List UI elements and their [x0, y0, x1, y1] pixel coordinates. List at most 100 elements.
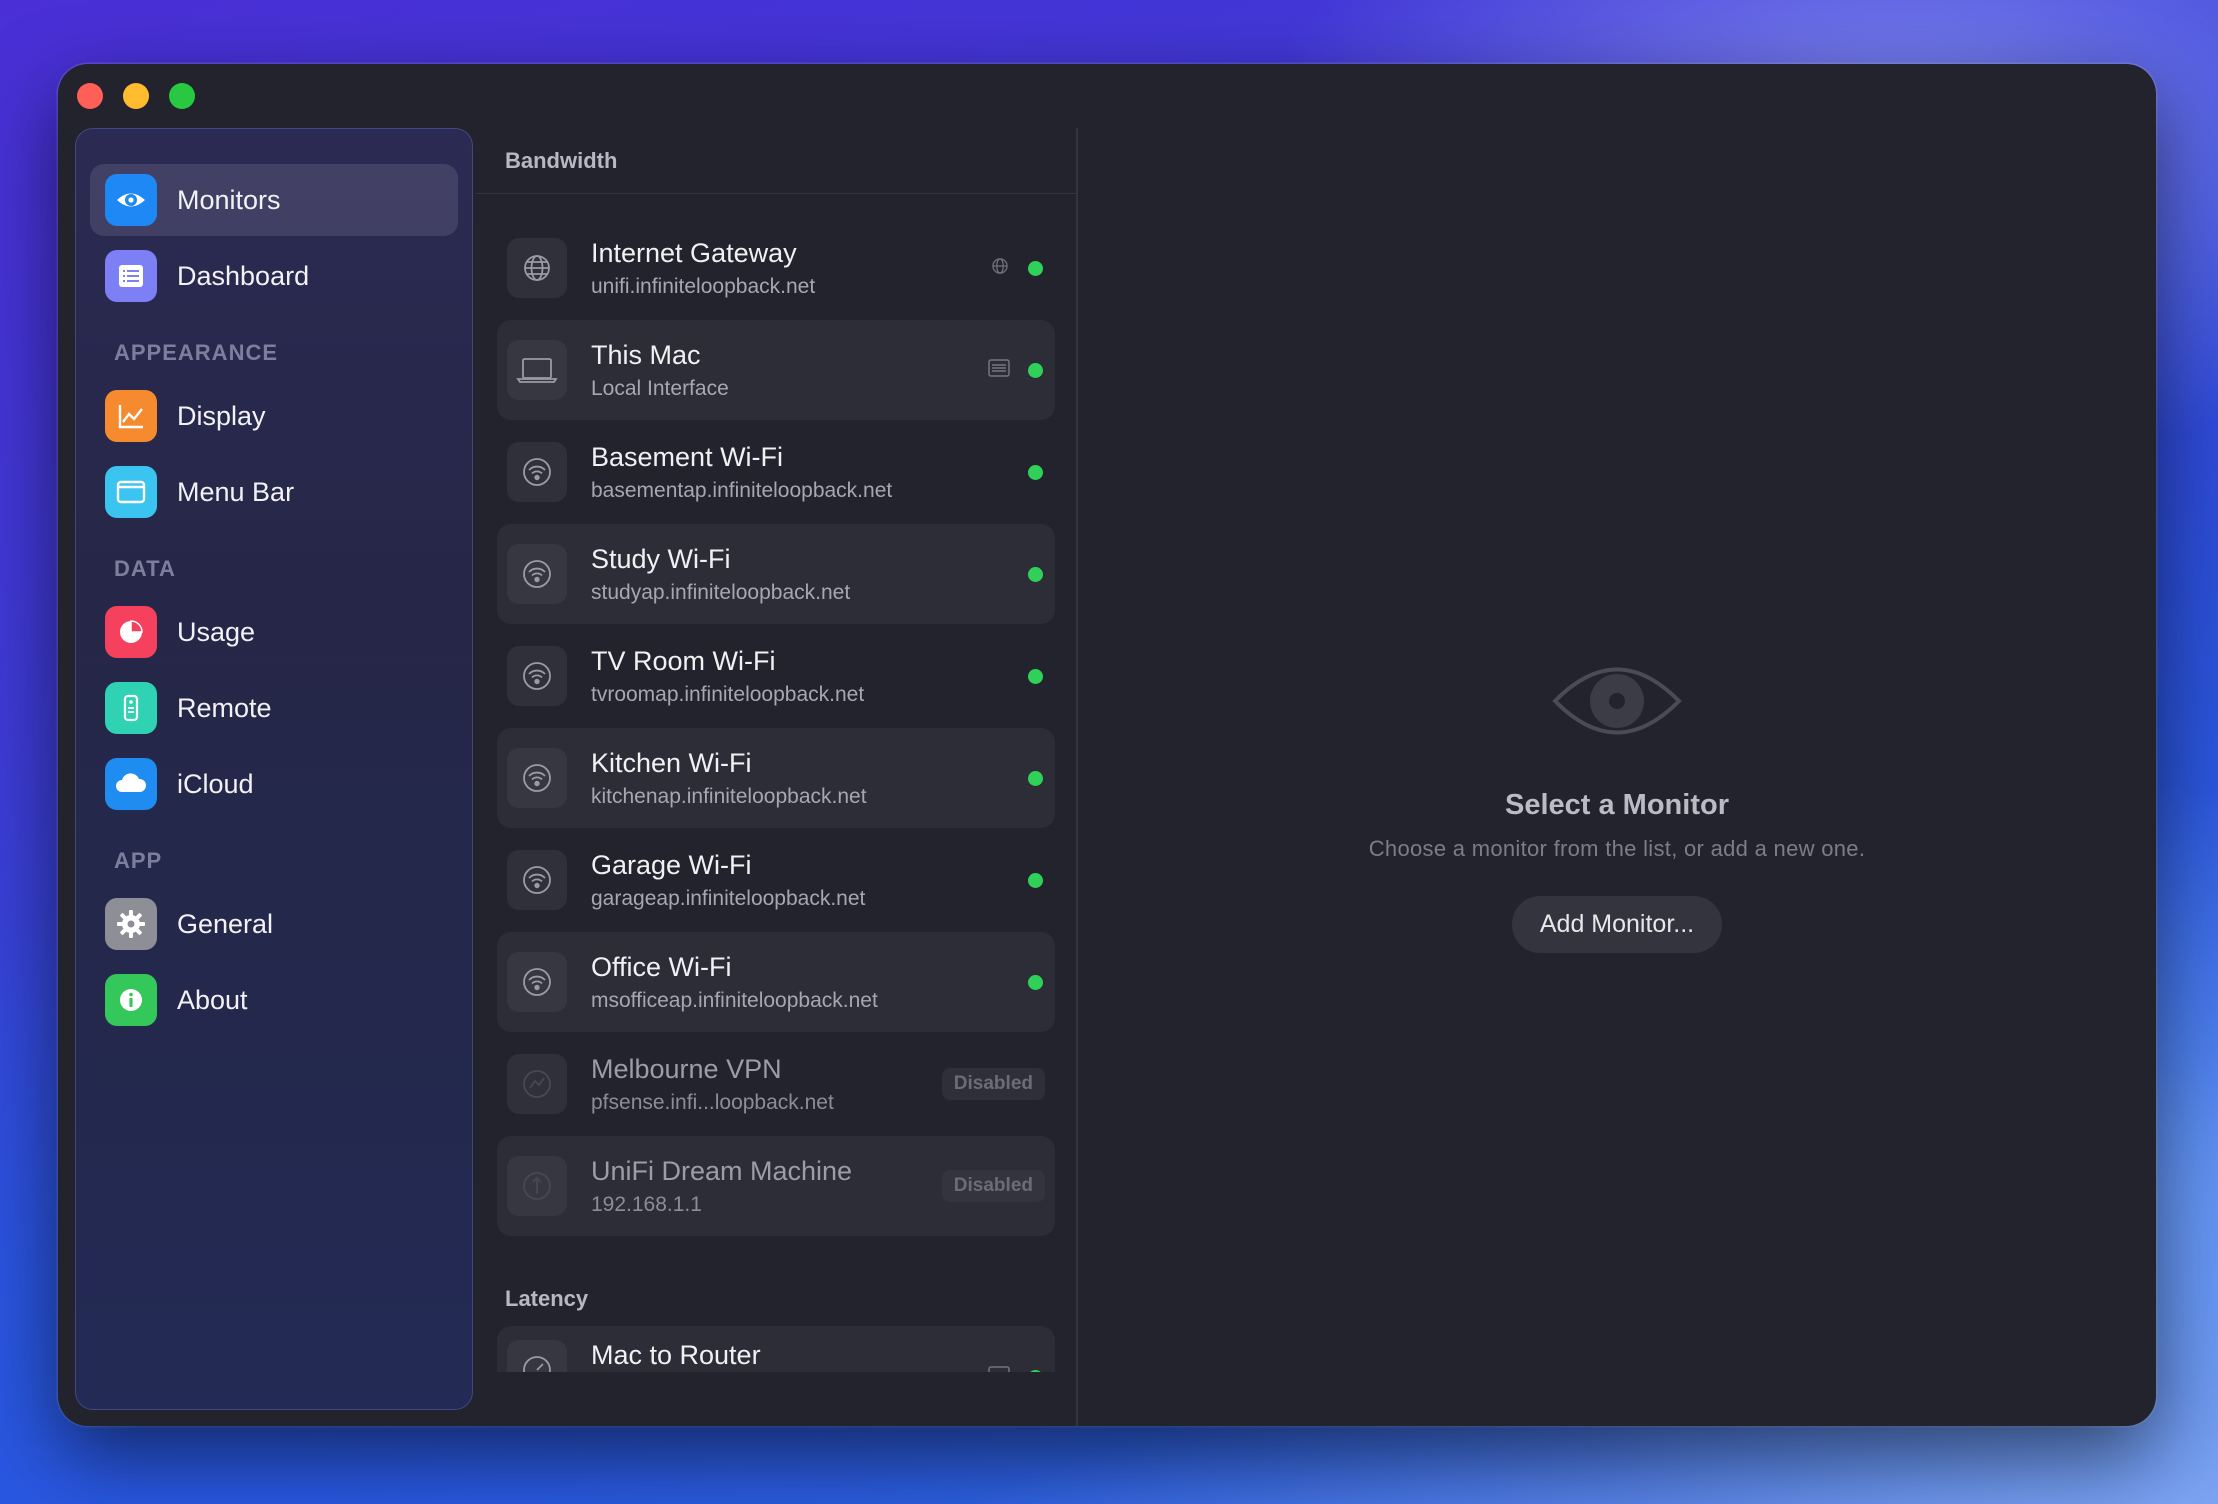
globe-icon	[507, 238, 567, 298]
monitor-host: garageap.infiniteloopback.net	[591, 886, 866, 910]
status-online-indicator	[1028, 260, 1043, 276]
monitor-host: msofficeap.infiniteloopback.net	[591, 988, 878, 1012]
empty-state-title: Select a Monitor	[1505, 788, 1729, 821]
close-window-button[interactable]	[77, 83, 103, 109]
monitor-host: studyap.infiniteloopback.net	[591, 580, 851, 604]
section-header-bandwidth: Bandwidth	[476, 128, 1076, 194]
status-online-indicator	[1028, 566, 1043, 582]
sidebar-item-dashboard[interactable]: Dashboard	[90, 240, 458, 312]
list-item[interactable]: Internet Gateway unifi.infiniteloopback.…	[497, 218, 1055, 318]
list-item[interactable]: Mac to Router	[497, 1326, 1055, 1372]
eye-icon	[105, 174, 157, 226]
remote-icon	[105, 682, 157, 734]
minimize-window-button[interactable]	[123, 83, 149, 109]
gauge-icon	[507, 1340, 567, 1372]
router-icon	[507, 1156, 567, 1216]
sidebar-item-label: Dashboard	[177, 260, 310, 291]
monitor-host: kitchenap.infiniteloopback.net	[591, 784, 867, 808]
sidebar-item-monitors[interactable]: Monitors	[90, 164, 458, 236]
wifi-icon	[507, 646, 567, 706]
list-item[interactable]: Basement Wi-Fi basementap.infiniteloopba…	[497, 422, 1055, 522]
sidebar-item-remote[interactable]: Remote	[90, 672, 458, 744]
monitor-title: TV Room Wi-Fi	[591, 645, 776, 676]
monitor-title: Kitchen Wi-Fi	[591, 747, 752, 778]
status-online-indicator	[1028, 1370, 1043, 1372]
monitor-host: Local Interface	[591, 376, 729, 400]
list-item[interactable]: Garage Wi-Fi garageap.infiniteloopback.n…	[497, 830, 1055, 930]
list-item[interactable]: Study Wi-Fi studyap.infiniteloopback.net	[497, 524, 1055, 624]
sidebar-item-general[interactable]: General	[90, 888, 458, 960]
wifi-icon	[507, 952, 567, 1012]
status-badge: Disabled	[941, 1068, 1045, 1100]
status-online-indicator	[1028, 668, 1043, 684]
sidebar-item-label: General	[177, 908, 274, 939]
monitor-title: Internet Gateway	[591, 237, 797, 268]
monitor-title: Garage Wi-Fi	[591, 849, 752, 880]
monitor-title: Study Wi-Fi	[591, 543, 731, 574]
monitor-title: Melbourne VPN	[591, 1053, 782, 1084]
window-controls	[77, 83, 195, 109]
wifi-icon	[507, 748, 567, 808]
monitor-title: UniFi Dream Machine	[591, 1155, 853, 1186]
wifi-icon	[507, 850, 567, 910]
list-icon	[988, 358, 1010, 382]
sidebar-item-label: Display	[177, 400, 266, 431]
cloud-icon	[105, 758, 157, 810]
list-item[interactable]: Melbourne VPN pfsense.infi...loopback.ne…	[497, 1034, 1055, 1134]
sidebar: Monitors Dashboard APPEARANCE Display Me…	[75, 128, 473, 1410]
app-window: Monitors Dashboard APPEARANCE Display Me…	[58, 64, 2156, 1426]
list-item[interactable]: Kitchen Wi-Fi kitchenap.infiniteloopback…	[497, 728, 1055, 828]
status-badge: Disabled	[941, 1170, 1045, 1202]
status-online-indicator	[1028, 974, 1043, 990]
window-icon	[105, 466, 157, 518]
list-item[interactable]: Office Wi-Fi msofficeap.infiniteloopback…	[497, 932, 1055, 1032]
sidebar-item-label: iCloud	[177, 768, 254, 799]
sidebar-item-label: Menu Bar	[177, 476, 295, 507]
laptop-icon	[507, 340, 567, 400]
list-item[interactable]: TV Room Wi-Fi tvroomap.infiniteloopback.…	[497, 626, 1055, 726]
monitor-host: tvroomap.infiniteloopback.net	[591, 682, 865, 706]
monitor-host: 192.168.1.1	[591, 1192, 702, 1216]
globe-icon	[990, 256, 1010, 281]
monitor-title: Basement Wi-Fi	[591, 441, 784, 472]
section-header-appearance: APPEARANCE	[114, 340, 279, 365]
latency-list: Mac to Router	[497, 1326, 1055, 1372]
pie-chart-icon	[105, 606, 157, 658]
empty-state-subtitle: Choose a monitor from the list, or add a…	[1368, 835, 1866, 861]
sidebar-item-menu-bar[interactable]: Menu Bar	[90, 456, 458, 528]
section-header-app: APP	[114, 848, 163, 873]
wifi-icon	[507, 544, 567, 604]
sidebar-item-about[interactable]: About	[90, 964, 458, 1036]
monitor-title: Mac to Router	[591, 1340, 761, 1370]
list-item[interactable]: UniFi Dream Machine 192.168.1.1 Disabled	[497, 1136, 1055, 1236]
sidebar-item-icloud[interactable]: iCloud	[90, 748, 458, 820]
sidebar-item-usage[interactable]: Usage	[90, 596, 458, 668]
section-header-latency: Latency	[505, 1286, 589, 1311]
status-online-indicator	[1028, 770, 1043, 786]
wifi-icon	[507, 442, 567, 502]
list-icon	[105, 250, 157, 302]
zoom-window-button[interactable]	[169, 83, 195, 109]
sidebar-item-display[interactable]: Display	[90, 380, 458, 452]
status-online-indicator	[1028, 362, 1043, 378]
status-online-indicator	[1028, 464, 1043, 480]
eye-icon	[1551, 658, 1683, 749]
monitor-list-pane: Bandwidth Internet Gateway unifi.infinit…	[476, 128, 1076, 1426]
detail-pane: Select a Monitor Choose a monitor from t…	[1078, 128, 2156, 1426]
vpn-icon	[507, 1054, 567, 1114]
add-monitor-button[interactable]: Add Monitor...	[1511, 895, 1723, 953]
sidebar-item-label: Usage	[177, 616, 256, 647]
sidebar-item-label: Remote	[177, 692, 272, 723]
monitor-host: pfsense.infi...loopback.net	[591, 1090, 834, 1114]
monitor-host: unifi.infiniteloopback.net	[591, 274, 816, 298]
sidebar-item-label: Monitors	[177, 184, 281, 215]
monitor-title: Office Wi-Fi	[591, 951, 732, 982]
sidebar-item-label: About	[177, 984, 248, 1015]
list-item[interactable]: This Mac Local Interface	[497, 320, 1055, 420]
info-icon	[105, 974, 157, 1026]
gear-icon	[105, 898, 157, 950]
line-chart-icon	[105, 390, 157, 442]
bandwidth-list: Internet Gateway unifi.infiniteloopback.…	[476, 194, 1076, 1236]
status-online-indicator	[1028, 872, 1043, 888]
monitor-host: basementap.infiniteloopback.net	[591, 478, 893, 502]
